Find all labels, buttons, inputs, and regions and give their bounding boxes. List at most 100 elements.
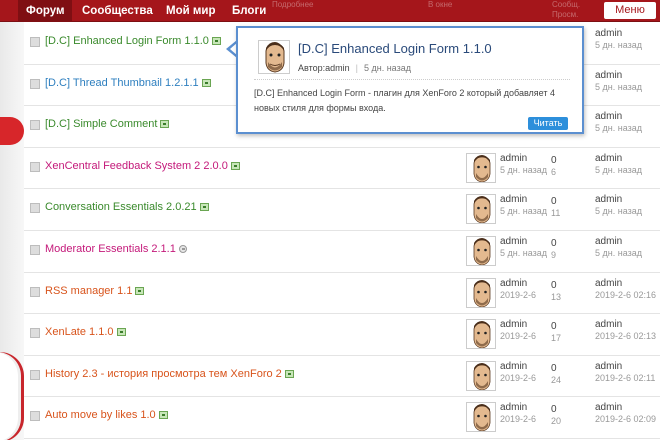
nav-item-forum[interactable]: Форум [18,0,73,22]
reply-count: 0 [551,404,557,416]
last-post-date: 5 дн. назад [595,81,642,92]
thread-status-icon [30,78,40,89]
last-post-user[interactable]: admin [595,194,622,205]
thread-row[interactable]: Moderator Essentials 2.1.1 admin 5 дн. наз… [24,231,660,273]
divider [254,79,570,80]
avatar[interactable] [466,402,496,433]
popup-meta: Автор:admin | 5 дн. назад [298,63,411,73]
author-avatar[interactable] [258,40,290,74]
last-post-user[interactable]: admin [595,70,622,81]
faint-label: В окне [428,0,453,9]
view-count: 20 [551,416,562,427]
thread-status-icon [30,328,40,339]
thread-row[interactable]: Conversation Essentials 2.0.21 admin 5 дн.… [24,189,660,231]
avatar[interactable] [466,194,496,225]
reply-count: 0 [551,238,557,249]
thread-status-icon [30,120,40,131]
language-flag-icon [199,203,209,212]
thread-title[interactable]: [D.C] Thread Thumbnail 1.2.1.1 [45,77,211,89]
avatar[interactable] [466,152,496,183]
thread-status-icon [30,286,40,297]
top-navigation: Форум Сообщества Мой мир Блоги Подробнее… [0,0,660,22]
language-flag-icon [135,286,145,295]
avatar[interactable] [466,277,496,308]
thread-author[interactable]: admin [500,361,527,372]
reply-count: 0 [551,279,557,291]
last-post-user[interactable]: admin [595,319,622,330]
thread-title[interactable]: [D.C] Simple Comment [45,118,170,130]
faint-label: Просм. [552,10,579,19]
avatar[interactable] [466,236,496,266]
last-post-date: 5 дн. назад [595,164,642,175]
nav-item-blogs[interactable]: Блоги [232,0,266,22]
view-count: 24 [551,374,562,385]
thread-row[interactable]: XenCentral Feedback System 2 2.0.0 admin 5… [24,147,660,190]
thread-author[interactable]: admin [500,236,527,247]
popup-description: [D.C] Enhanced Login Form - плагин для X… [254,88,555,113]
language-flag-icon [160,120,170,129]
last-post-user[interactable]: admin [595,111,622,122]
thread-author[interactable]: admin [500,402,527,413]
menu-button[interactable]: Меню [604,2,656,19]
thread-status-icon [30,37,40,47]
thread-title[interactable]: XenLate 1.1.0 [45,326,126,338]
read-button[interactable]: Читать [528,117,568,130]
thread-date: 5 дн. назад [500,164,547,175]
view-count: 13 [551,291,562,302]
thread-author[interactable]: admin [500,278,527,289]
thread-status-icon [30,161,40,172]
nav-item-my-world[interactable]: Мой мир [166,0,215,22]
last-post-user[interactable]: admin [595,278,622,289]
last-post-date: 2019-2-6 02:13 [595,331,657,342]
thread-title[interactable]: Moderator Essentials 2.1.1 [45,243,187,255]
avatar[interactable] [466,360,496,391]
nav-item-communities[interactable]: Сообщества [82,0,153,22]
last-post-user[interactable]: admin [595,153,622,164]
thread-title[interactable]: XenCentral Feedback System 2 2.0.0 [45,160,240,172]
last-post-user[interactable]: admin [595,236,622,247]
faint-label: Сообщ. [552,0,581,9]
language-flag-icon [158,411,168,420]
last-post-date: 2019-2-6 02:09 [595,414,657,425]
thread-date: 2019-2-6 [500,414,537,425]
thread-title[interactable]: Conversation Essentials 2.0.21 [45,201,209,213]
reply-count: 0 [551,154,557,166]
forum-page: { "nav": { "items": [ {"label": "Форум",… [0,0,660,440]
thread-date: 2019-2-6 [500,289,537,300]
thread-title[interactable]: History 2.3 - история просмотра тем XenF… [45,368,294,380]
thread-row[interactable]: RSS manager 1.1 admin 2019-2-6 0 13 admin 2019… [24,272,660,315]
thread-title[interactable]: [D.C] Enhanced Login Form 1.1.0 [45,35,221,47]
faint-label: Подробнее [272,0,314,9]
last-post-date: 2019-2-6 02:11 [595,372,656,383]
popup-title[interactable]: [D.C] Enhanced Login Form 1.1.0 [298,41,492,56]
language-flag-icon [201,78,211,87]
last-post-user[interactable]: admin [595,28,622,39]
thread-title[interactable]: RSS manager 1.1 [45,285,145,297]
thread-status-icon [30,203,40,214]
avatar[interactable] [466,319,496,350]
thread-date: 2019-2-6 [500,331,537,342]
last-post-date: 5 дн. назад [595,123,642,134]
view-count: 9 [551,250,557,260]
globe-icon [178,245,187,253]
thread-row[interactable]: History 2.3 - история просмотра тем XenF… [24,355,660,398]
thread-row[interactable]: XenLate 1.1.0 admin 2019-2-6 0 17 admin 2019-2… [24,314,660,356]
popup-author[interactable]: Автор:admin [298,63,350,73]
thread-status-icon [30,369,40,380]
thread-author[interactable]: admin [500,194,527,205]
background-decoration [0,22,24,440]
thread-title[interactable]: Auto move by likes 1.0 [45,409,168,421]
thread-preview-popup: [D.C] Enhanced Login Form 1.1.0 Автор:ad… [236,26,584,134]
view-count: 6 [551,166,557,177]
last-post-date: 5 дн. назад [595,40,642,50]
last-post-user[interactable]: admin [595,402,622,413]
last-post-user[interactable]: admin [595,361,622,372]
language-flag-icon [284,369,294,378]
last-post-date: 2019-2-6 02:16 [595,289,657,300]
last-post-date: 5 дн. назад [595,206,642,217]
reply-count: 0 [551,321,557,333]
thread-author[interactable]: admin [500,153,527,164]
thread-row[interactable]: Auto move by likes 1.0 admin 2019-2-6 0 20 ad… [24,397,660,439]
last-post-date: 5 дн. назад [595,248,642,258]
thread-author[interactable]: admin [500,319,527,330]
